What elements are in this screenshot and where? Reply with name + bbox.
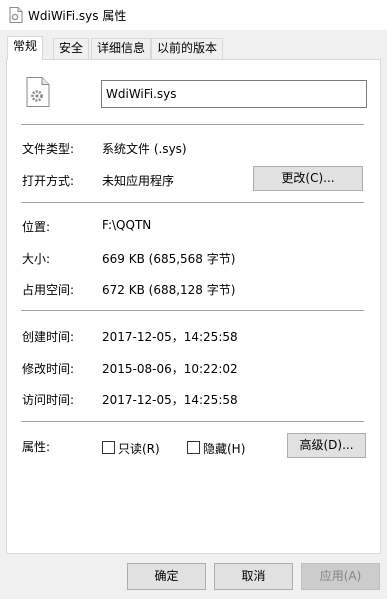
tab-previous-versions[interactable]: 以前的版本 [151, 38, 224, 59]
size-value: 669 KB (685,568 字节) [102, 252, 236, 266]
properties-dialog: WdiWiFi.sys 属性 常规 安全 详细信息 以前的版本 文件类型: 系统… [0, 0, 387, 599]
size-on-disk-label: 占用空间: [22, 283, 75, 297]
title-bar[interactable]: WdiWiFi.sys 属性 [0, 0, 387, 30]
file-icon [9, 7, 23, 23]
size-on-disk-value: 672 KB (688,128 字节) [102, 283, 236, 297]
created-value: 2017-12-05，14:25:58 [102, 330, 238, 344]
tab-details[interactable]: 详细信息 [91, 38, 152, 59]
tab-general[interactable]: 常规 [7, 36, 44, 60]
created-label: 创建时间: [22, 330, 75, 344]
type-label: 文件类型: [22, 142, 75, 156]
attributes-label: 属性: [22, 440, 51, 454]
separator [21, 124, 364, 125]
gear-icon [26, 77, 50, 107]
change-button[interactable]: 更改(C)... [253, 166, 363, 191]
accessed-value: 2017-12-05，14:25:58 [102, 393, 238, 407]
modified-label: 修改时间: [22, 362, 75, 376]
general-panel: 文件类型: 系统文件 (.sys) 打开方式: 未知应用程序 更改(C)... … [6, 59, 381, 554]
location-label: 位置: [22, 220, 51, 234]
window-title: WdiWiFi.sys 属性 [28, 9, 127, 23]
readonly-label[interactable]: 只读(R) [118, 440, 160, 457]
apply-button[interactable]: 应用(A) [301, 563, 380, 590]
advanced-button[interactable]: 高级(D)... [287, 433, 366, 458]
hidden-label[interactable]: 隐藏(H) [203, 440, 245, 457]
type-value: 系统文件 (.sys) [102, 142, 187, 156]
location-value: F:\QQTN [102, 218, 152, 232]
separator [21, 421, 364, 422]
readonly-checkbox[interactable] [102, 441, 115, 454]
hidden-checkbox[interactable] [187, 441, 200, 454]
cancel-button[interactable]: 取消 [214, 563, 293, 590]
size-label: 大小: [22, 252, 51, 266]
separator [21, 310, 364, 311]
tab-security[interactable]: 安全 [53, 38, 90, 59]
open-with-value: 未知应用程序 [102, 174, 175, 188]
open-with-label: 打开方式: [22, 174, 75, 188]
filename-field[interactable] [101, 80, 367, 108]
separator [21, 202, 364, 203]
accessed-label: 访问时间: [22, 393, 75, 407]
ok-button[interactable]: 确定 [127, 563, 206, 590]
modified-value: 2015-08-06，10:22:02 [102, 362, 238, 376]
